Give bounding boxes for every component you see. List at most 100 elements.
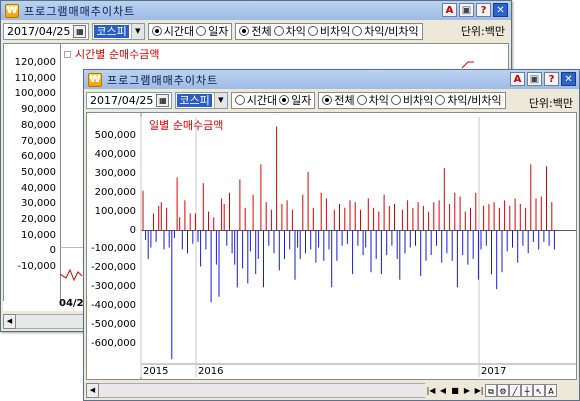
daily-net-buy-chart xyxy=(140,113,576,379)
radio-non-arbitrage[interactable]: 비차익 xyxy=(390,92,434,108)
help-icon[interactable]: ? xyxy=(476,3,491,17)
x-tick-label: 2016 xyxy=(198,366,224,377)
market-select[interactable]: 코스피 ▼ xyxy=(92,22,145,40)
y-tick-label: -200,000 xyxy=(91,262,136,274)
close-icon[interactable]: ✕ xyxy=(493,3,508,17)
filter-radio-group: 전체 차익 비차익 차익/비차익 xyxy=(235,22,423,40)
chevron-down-icon[interactable]: ▼ xyxy=(213,92,227,108)
front-window: ₩ 프로그램매매추이차트 A ▣ ? ✕ 2017/04/25 ▦ 코스피 ▼ … xyxy=(83,69,580,401)
front-chart-title-text: 일별 순매수금액 xyxy=(149,119,224,132)
line-tool-icon[interactable]: ╱ xyxy=(509,384,521,397)
unit-label: 단위:백만 xyxy=(528,97,573,110)
back-date-label: 04/2 xyxy=(59,298,84,309)
x-tick-label: 2015 xyxy=(143,366,169,377)
y-tick-label: 0 xyxy=(129,224,136,236)
radio-both[interactable]: 차익/비차익 xyxy=(435,92,502,108)
radio-dot xyxy=(273,26,284,36)
front-window-toolbar: 2017/04/25 ▦ 코스피 ▼ 시간대 일자 전체 차익 비차익 차익/비… xyxy=(84,89,579,111)
back-y-tick: 40,000 xyxy=(21,182,56,194)
radio-label: 전체 xyxy=(334,94,355,107)
radio-time[interactable]: 시간대 xyxy=(234,92,278,108)
radio-all[interactable]: 전체 xyxy=(322,92,355,108)
radio-date[interactable]: 일자 xyxy=(196,23,228,39)
back-y-tick: 0 xyxy=(49,245,56,257)
date-field[interactable]: 2017/04/25 ▦ xyxy=(86,91,173,109)
first-icon[interactable]: |◀ xyxy=(425,384,437,397)
radio-label: 일자 xyxy=(291,94,312,107)
cursor-icon[interactable]: ↖ xyxy=(533,384,545,397)
front-chart-title: 일별 순매수금액 xyxy=(149,117,223,133)
back-window-titlebar[interactable]: ₩ 프로그램매매추이차트 A ▣ ? ✕ xyxy=(1,1,511,20)
y-tick-label: 300,000 xyxy=(94,167,136,179)
crosshair-icon[interactable]: ┼ xyxy=(521,384,533,397)
y-tick-label: 400,000 xyxy=(94,148,136,160)
prev-icon[interactable]: ◀ xyxy=(437,384,449,397)
radio-dot xyxy=(307,26,318,36)
radio-arbitrage[interactable]: 차익 xyxy=(273,23,306,39)
scroll-left-button[interactable]: ◀ xyxy=(3,314,16,329)
help-icon[interactable]: ? xyxy=(544,72,559,86)
y-tick-label: 500,000 xyxy=(94,129,136,141)
back-window-title: 프로그램매매추이차트 xyxy=(24,4,136,18)
back-y-tick: 30,000 xyxy=(21,198,56,210)
date-value: 2017/04/25 xyxy=(7,24,71,38)
back-y-tick: 20,000 xyxy=(21,214,56,225)
radio-dot xyxy=(196,26,207,36)
radio-label: 차익/비차익 xyxy=(364,25,419,38)
market-value: 코스피 xyxy=(94,24,129,38)
calendar-icon[interactable]: ▦ xyxy=(73,24,87,38)
back-chart-title: 시간별 순매수금액 xyxy=(64,46,159,62)
y-tick-label: -100,000 xyxy=(91,243,136,255)
front-window-titlebar[interactable]: ₩ 프로그램매매추이차트 A ▣ ? ✕ xyxy=(84,70,579,89)
front-scroll-track[interactable] xyxy=(99,383,425,398)
y-tick-label: -600,000 xyxy=(91,338,136,350)
radio-dot xyxy=(435,95,446,105)
stop-icon[interactable]: ■ xyxy=(449,384,461,397)
close-icon[interactable]: ✕ xyxy=(561,72,576,86)
date-field[interactable]: 2017/04/25 ▦ xyxy=(3,22,90,40)
back-y-tick: 60,000 xyxy=(21,151,56,163)
radio-label: 차익 xyxy=(368,94,389,107)
radio-label: 일자 xyxy=(208,25,229,38)
unit-label: 단위:백만 xyxy=(460,25,505,38)
radio-label: 차익 xyxy=(285,25,306,38)
radio-both[interactable]: 차익/비차익 xyxy=(352,23,419,39)
print-icon[interactable]: ▣ xyxy=(459,3,474,17)
x-tick-label: 2017 xyxy=(481,366,507,377)
back-y-tick: 110,000 xyxy=(14,72,56,84)
market-select[interactable]: 코스피 ▼ xyxy=(175,91,228,109)
radio-time[interactable]: 시간대 xyxy=(151,23,195,39)
period-radio-group: 시간대 일자 xyxy=(230,91,316,109)
radio-non-arbitrage[interactable]: 비차익 xyxy=(307,23,350,39)
print-icon[interactable]: ▣ xyxy=(527,72,542,86)
period-radio-group: 시간대 일자 xyxy=(147,22,233,40)
y-tick-label: -300,000 xyxy=(91,281,136,293)
text-tool-icon[interactable]: A xyxy=(545,384,557,397)
scroll-left-button[interactable]: ◀ xyxy=(86,383,99,398)
calendar-icon[interactable]: ▦ xyxy=(156,93,170,107)
radio-date[interactable]: 일자 xyxy=(279,92,311,108)
settings-icon[interactable]: ⚙ xyxy=(497,384,509,397)
font-icon[interactable]: A xyxy=(510,72,525,86)
back-y-tick: -10,000 xyxy=(17,261,56,273)
chevron-down-icon[interactable]: ▼ xyxy=(130,23,144,39)
radio-label: 시간대 xyxy=(163,25,195,38)
y-tick-label: -400,000 xyxy=(91,300,136,312)
back-y-tick: 50,000 xyxy=(21,166,56,178)
radio-arbitrage[interactable]: 차익 xyxy=(356,92,389,108)
radio-dot xyxy=(352,26,363,36)
next-icon[interactable]: ▶ xyxy=(461,384,473,397)
y-tick-label: 100,000 xyxy=(94,205,136,217)
font-icon[interactable]: A xyxy=(442,3,457,17)
last-icon[interactable]: ▶| xyxy=(473,384,485,397)
back-y-tick: 10,000 xyxy=(21,229,56,241)
copy-icon[interactable]: ⧉ xyxy=(485,384,497,397)
front-bottom-bar: ◀ |◀ ◀ ■ ▶ ▶| ⧉ ⚙ ╱ ┼ ↖ A xyxy=(84,382,579,399)
radio-label: 시간대 xyxy=(246,94,278,107)
y-tick-label: 200,000 xyxy=(94,186,136,198)
radio-dot xyxy=(390,95,401,105)
radio-all[interactable]: 전체 xyxy=(239,23,272,39)
back-y-tick: 100,000 xyxy=(14,88,56,100)
radio-dot xyxy=(356,95,367,105)
radio-label: 비차익 xyxy=(402,94,434,107)
